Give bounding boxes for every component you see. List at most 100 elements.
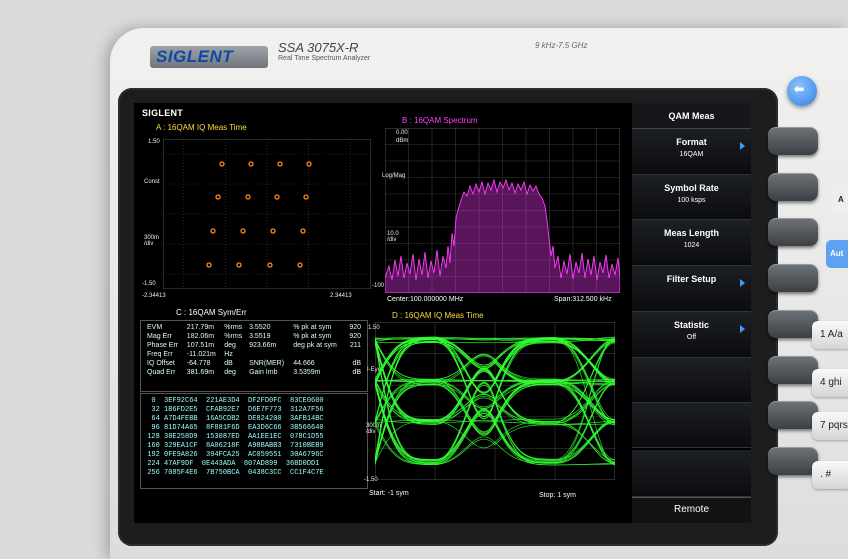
- model-subtitle: Real Time Spectrum Analyzer: [278, 55, 371, 62]
- error-cell: [247, 350, 291, 359]
- symbol-data: 0 3EF92C64 221AE3D4 DF2FD0FC 83CE0600 32…: [143, 397, 365, 478]
- eye-diagram-plot: [375, 322, 615, 480]
- error-cell: 107.51m: [186, 342, 215, 349]
- error-cell: Phase Err: [147, 342, 179, 349]
- softkey-button-6[interactable]: [768, 356, 818, 384]
- side-button-a[interactable]: A: [832, 186, 848, 214]
- constellation-point: [240, 228, 246, 234]
- error-row: Mag Err 182.06m %rms 3.5519 % pk at sym 920: [145, 332, 363, 341]
- trace-a-y-div: 300m /div: [144, 235, 160, 247]
- error-cell: 923.66m: [249, 342, 277, 349]
- error-cell: IQ Offset: [147, 360, 175, 367]
- constellation-point: [245, 194, 251, 200]
- softkey-filter-setup[interactable]: Filter Setup: [632, 266, 751, 312]
- error-cell: %rms: [224, 333, 243, 340]
- softkey-format[interactable]: Format 16QAM: [632, 129, 751, 175]
- key-4[interactable]: 4 ghi: [812, 369, 848, 397]
- softkey-label: Symbol Rate: [664, 183, 719, 193]
- key-1[interactable]: 1 A/a: [812, 321, 848, 349]
- softkey-empty[interactable]: [632, 450, 751, 497]
- error-cell: 3.5359m: [293, 369, 321, 376]
- trace-a-x-left: -2.34413: [142, 293, 166, 299]
- trace-c-title: C : 16QAM Sym/Err: [176, 308, 247, 317]
- constellation-point: [300, 228, 306, 234]
- screen-logo: SIGLENT: [142, 108, 184, 118]
- softkey-empty[interactable]: [632, 403, 751, 448]
- error-cell: 920: [349, 324, 361, 331]
- error-cell: [345, 350, 363, 359]
- constellation-plot: [163, 139, 371, 289]
- error-cell: dB: [352, 369, 361, 376]
- error-row: EVM 217.79m %rms 3.5520 % pk at sym 920: [145, 323, 363, 332]
- symbol-row: 192 0FE9A826 394FCA25 AC059551 30A6796C: [143, 451, 324, 459]
- symbol-row: 224 47AF9DF 0E443ADA 807AD899 36BD0DD1: [143, 460, 320, 468]
- constellation-point: [303, 194, 309, 200]
- trace-b-bottom: -100: [372, 283, 385, 289]
- softkey-empty[interactable]: [632, 358, 751, 403]
- error-cell: 217.79m: [186, 324, 215, 331]
- spectrum-center: Center:100.000000 MHz: [387, 296, 464, 303]
- softkey-meas-length[interactable]: Meas Length 1024: [632, 220, 751, 266]
- softkey-statistic[interactable]: Statistic Off: [632, 312, 751, 358]
- softkey-value: 16QAM: [679, 151, 704, 158]
- eye-stop: Stop: 1 sym: [539, 492, 576, 499]
- return-icon: ⬅: [794, 82, 805, 96]
- symbol-row: 64 A7D4FEBB 16A5CDB2 DE824200 3AFB14BC: [143, 415, 324, 423]
- constellation-point: [297, 262, 303, 268]
- error-table: EVM 217.79m %rms 3.5520% pk at sym 920 Mag Er…: [145, 323, 363, 377]
- error-cell: % pk at sym: [293, 324, 332, 331]
- error-cell: Gain Imb: [249, 369, 278, 376]
- key-7[interactable]: 7 pqrs: [812, 412, 848, 440]
- auto-button[interactable]: Aut: [826, 240, 848, 268]
- eye-start: Start: -1 sym: [369, 490, 409, 497]
- error-cell: Freq Err: [147, 351, 173, 358]
- symbol-row: 128 38E258D9 153087ED AA1EE1EC 078C1D55: [143, 433, 324, 441]
- submenu-arrow-icon: [740, 142, 745, 150]
- softkey-button-8[interactable]: [768, 447, 818, 475]
- error-cell: 920: [349, 333, 361, 340]
- trace-d-title: D : 16QAM IQ Meas Time: [392, 311, 484, 320]
- brand-logo: SIGLENT: [150, 46, 268, 68]
- constellation-point: [215, 194, 221, 200]
- error-row: IQ Offset -64.778 dB SNR(MER) 44.666 dB: [145, 359, 363, 368]
- trace-a-y-top: 1.50: [148, 139, 160, 145]
- error-cell: -11.021m: [186, 351, 216, 358]
- error-cell: dB: [224, 360, 233, 367]
- softkey-value: 100 ksps: [677, 197, 706, 204]
- softkey-button-1[interactable]: [768, 127, 818, 155]
- softkey-label: Statistic: [673, 320, 709, 330]
- error-row: Quad Err 381.69m deg Gain Imb 3.5359m dB: [145, 368, 363, 377]
- softkey-label: Meas Length: [663, 228, 719, 238]
- softkey-button-2[interactable]: [768, 173, 818, 201]
- trace-b-title: B : 16QAM Spectrum: [402, 116, 478, 125]
- error-cell: 211: [349, 342, 361, 349]
- softkey-button-7[interactable]: [768, 401, 818, 429]
- error-cell: Quad Err: [147, 369, 176, 376]
- constellation-point: [219, 161, 225, 167]
- status-remote: Remote: [632, 497, 751, 523]
- softkey-button-5[interactable]: [768, 310, 818, 338]
- constellation-point: [236, 262, 242, 268]
- error-cell: [291, 350, 345, 359]
- error-cell: 44.666: [293, 360, 315, 367]
- softkey-symbol-rate[interactable]: Symbol Rate 100 ksps: [632, 175, 751, 220]
- error-cell: % pk at sym: [293, 333, 332, 340]
- error-cell: -64.778: [186, 360, 211, 367]
- key-dot[interactable]: . #: [812, 461, 848, 489]
- softkey-value: 1024: [683, 242, 700, 249]
- spectrum-plot: [385, 128, 620, 293]
- return-button[interactable]: ⬅: [787, 76, 817, 106]
- constellation-point: [277, 161, 283, 167]
- constellation-point: [267, 262, 273, 268]
- error-cell: %rms: [224, 324, 243, 331]
- softkey-button-4[interactable]: [768, 264, 818, 292]
- softkey-label: Format: [676, 137, 707, 147]
- softkey-button-3[interactable]: [768, 218, 818, 246]
- constellation-point: [306, 161, 312, 167]
- error-cell: dB: [352, 360, 361, 367]
- trace-a-y-label: Const: [144, 179, 160, 185]
- trace-a-x-right: 2.34413: [330, 293, 352, 299]
- error-cell: 381.69m: [186, 369, 215, 376]
- display-screen: SIGLENT A : 16QAM IQ Meas Time 1.50 Cons…: [134, 103, 751, 523]
- error-cell: Mag Err: [147, 333, 172, 340]
